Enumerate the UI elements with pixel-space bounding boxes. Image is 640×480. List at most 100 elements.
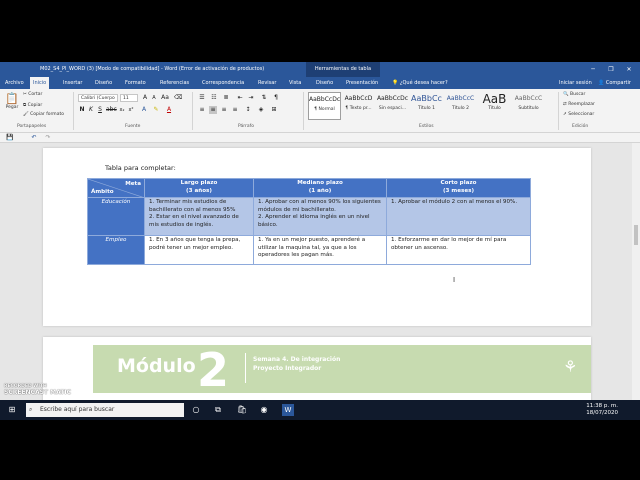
banner-number: 2 — [197, 343, 230, 397]
task-view-icon[interactable]: ⧉ — [212, 404, 224, 416]
style-titulo1[interactable]: AaBbCc Título 1 — [410, 92, 443, 120]
window-title: M02_S4_PI_WORD (3) [Modo de compatibilid… — [40, 66, 265, 72]
maximize-icon[interactable]: ❐ — [602, 62, 620, 77]
document-area: Tabla para completar: Meta Ámbito Largo … — [0, 143, 640, 407]
strikethrough-icon[interactable]: abc — [106, 106, 117, 114]
select-button[interactable]: ➚ Seleccionar — [563, 112, 594, 117]
shrink-font-icon[interactable]: A — [150, 94, 158, 102]
decrease-indent-icon[interactable]: ⇤ — [236, 94, 244, 102]
superscript-icon[interactable]: x² — [127, 106, 135, 114]
chrome-icon[interactable]: ◉ — [258, 404, 270, 416]
multilevel-list-icon[interactable]: ≣ — [222, 94, 230, 102]
table-cell[interactable]: 1. En 3 años que tenga la prepa, podré t… — [144, 235, 254, 265]
style-subtitulo[interactable]: AaBbCcC Subtítulo — [512, 92, 545, 120]
sort-icon[interactable]: ⇅ — [260, 94, 268, 102]
style-titulo2[interactable]: AaBbCcC Título 2 — [444, 92, 477, 120]
tab-table-diseno[interactable]: Diseño — [313, 77, 336, 89]
scroll-thumb[interactable] — [634, 225, 638, 245]
find-button[interactable]: 🔍 Buscar — [563, 92, 585, 97]
change-case-icon[interactable]: Aa — [161, 94, 169, 102]
store-icon[interactable]: 🛍 — [236, 404, 248, 416]
banner-divider — [245, 353, 246, 383]
row-label-empleo[interactable]: Empleo — [87, 235, 145, 265]
style-titulo[interactable]: AaB Título — [478, 92, 511, 120]
vertical-scrollbar[interactable] — [632, 143, 640, 401]
highlight-icon[interactable]: ✎ — [152, 106, 160, 114]
corner-ambito: Ámbito — [91, 189, 114, 195]
font-color-icon[interactable]: A — [165, 106, 173, 114]
replace-button[interactable]: ⇄ Reemplazar — [563, 102, 595, 107]
tab-vista[interactable]: Vista — [286, 77, 304, 89]
font-name-select[interactable]: Calibri (Cuerpo — [78, 94, 118, 102]
tab-insertar[interactable]: Insertar — [60, 77, 85, 89]
style-normal[interactable]: AaBbCcDc ¶ Normal — [308, 92, 341, 120]
editing-group-label: Edición — [572, 124, 589, 129]
header-largo-plazo[interactable]: Largo plazo (3 años) — [144, 178, 254, 198]
subscript-icon[interactable]: x₂ — [118, 106, 126, 114]
table-cell[interactable]: 1. Esforzarme en dar lo mejor de mí para… — [386, 235, 531, 265]
bold-icon[interactable]: N — [78, 106, 86, 114]
divider — [558, 92, 559, 130]
table-cell[interactable]: 1. Ya en un mejor puesto, aprenderé a ut… — [253, 235, 387, 265]
line-spacing-icon[interactable]: ↕ — [244, 106, 252, 114]
windows-start-icon[interactable]: ⊞ — [6, 404, 18, 416]
align-right-icon[interactable]: ≡ — [220, 106, 228, 114]
tab-presentacion[interactable]: Presentación — [343, 77, 381, 89]
tab-archivo[interactable]: Archivo — [2, 77, 27, 89]
format-painter-button[interactable]: 🖌 Copiar formato — [23, 112, 64, 117]
style-texto[interactable]: AaBbCcD ¶ Texto pr... — [342, 92, 375, 120]
underline-icon[interactable]: S — [96, 106, 104, 114]
tell-me-box[interactable]: 💡 ¿Qué desea hacer? — [392, 77, 448, 89]
word-icon[interactable]: W — [282, 404, 294, 416]
numbering-icon[interactable]: ☷ — [210, 94, 218, 102]
ribbon: 📋 Pegar ✂ Cortar ⧉ Copiar 🖌 Copiar forma… — [0, 89, 640, 133]
redo-icon[interactable]: ↷ — [44, 134, 52, 142]
style-sin-espacio[interactable]: AaBbCcDc Sin espaci... — [376, 92, 409, 120]
cut-button[interactable]: ✂ Cortar — [23, 92, 42, 97]
row-label-educacion[interactable]: Educación — [87, 197, 145, 236]
search-icon: 🔍 — [563, 92, 569, 97]
bullets-icon[interactable]: ☰ — [198, 94, 206, 102]
signin-link[interactable]: Iniciar sesión — [559, 77, 592, 89]
paste-button[interactable]: 📋 Pegar — [4, 92, 20, 114]
undo-icon[interactable]: ↶ — [30, 134, 38, 142]
italic-icon[interactable]: K — [87, 106, 95, 114]
tab-diseno[interactable]: Diseño — [92, 77, 115, 89]
font-size-select[interactable]: 11 — [120, 94, 138, 102]
tab-correspondencia[interactable]: Correspondencia — [199, 77, 247, 89]
align-left-icon[interactable]: ≡ — [198, 106, 206, 114]
grow-font-icon[interactable]: A — [141, 94, 149, 102]
share-button[interactable]: 👤 Compartir — [598, 77, 631, 89]
tab-formato[interactable]: Formato — [122, 77, 149, 89]
show-marks-icon[interactable]: ¶ — [272, 94, 280, 102]
clipboard-icon: 📋 — [5, 92, 19, 105]
taskbar-search[interactable]: ⌕ Escribe aquí para buscar — [26, 403, 184, 417]
borders-icon[interactable]: ⊞ — [270, 106, 278, 114]
increase-indent-icon[interactable]: ⇥ — [247, 94, 255, 102]
clear-format-icon[interactable]: ⌫ — [174, 94, 182, 102]
justify-icon[interactable]: ≡ — [231, 106, 239, 114]
text-effects-icon[interactable]: A — [140, 106, 148, 114]
header-corto-plazo[interactable]: Corto plazo (3 meses) — [386, 178, 531, 198]
table-cell[interactable]: 1. Aprobar el módulo 2 con al menos el 9… — [386, 197, 531, 236]
minimize-icon[interactable]: ─ — [584, 62, 602, 77]
table-tools-context: Herramientas de tabla — [306, 62, 380, 77]
close-icon[interactable]: ✕ — [620, 62, 638, 77]
tab-revisar[interactable]: Revisar — [255, 77, 279, 89]
table-cell[interactable]: 1. Terminar mis estudios de bachillerato… — [144, 197, 254, 236]
align-center-icon[interactable]: ≡ — [209, 106, 217, 114]
tab-referencias[interactable]: Referencias — [157, 77, 192, 89]
person-icon: 👤 — [598, 80, 605, 86]
save-icon[interactable]: 💾 — [6, 134, 14, 142]
copy-button[interactable]: ⧉ Copiar — [23, 102, 42, 108]
shading-icon[interactable]: ◈ — [257, 106, 265, 114]
taskbar-clock[interactable]: 11:38 p. m. 18/07/2020 — [586, 403, 618, 417]
tab-inicio[interactable]: Inicio — [30, 77, 50, 89]
table-row: Empleo 1. En 3 años que tenga la prepa, … — [87, 235, 531, 265]
cortana-icon[interactable]: ○ — [190, 404, 202, 416]
table-cell[interactable]: 1. Aprobar con al menos 90% los siguient… — [253, 197, 387, 236]
ibeam-cursor: I — [453, 276, 456, 284]
table-corner-cell[interactable]: Meta Ámbito — [87, 178, 145, 198]
header-mediano-plazo[interactable]: Mediano plazo (1 año) — [253, 178, 387, 198]
screencast-watermark: RECORDED WITH SCREENCAST MATIC — [4, 384, 72, 396]
